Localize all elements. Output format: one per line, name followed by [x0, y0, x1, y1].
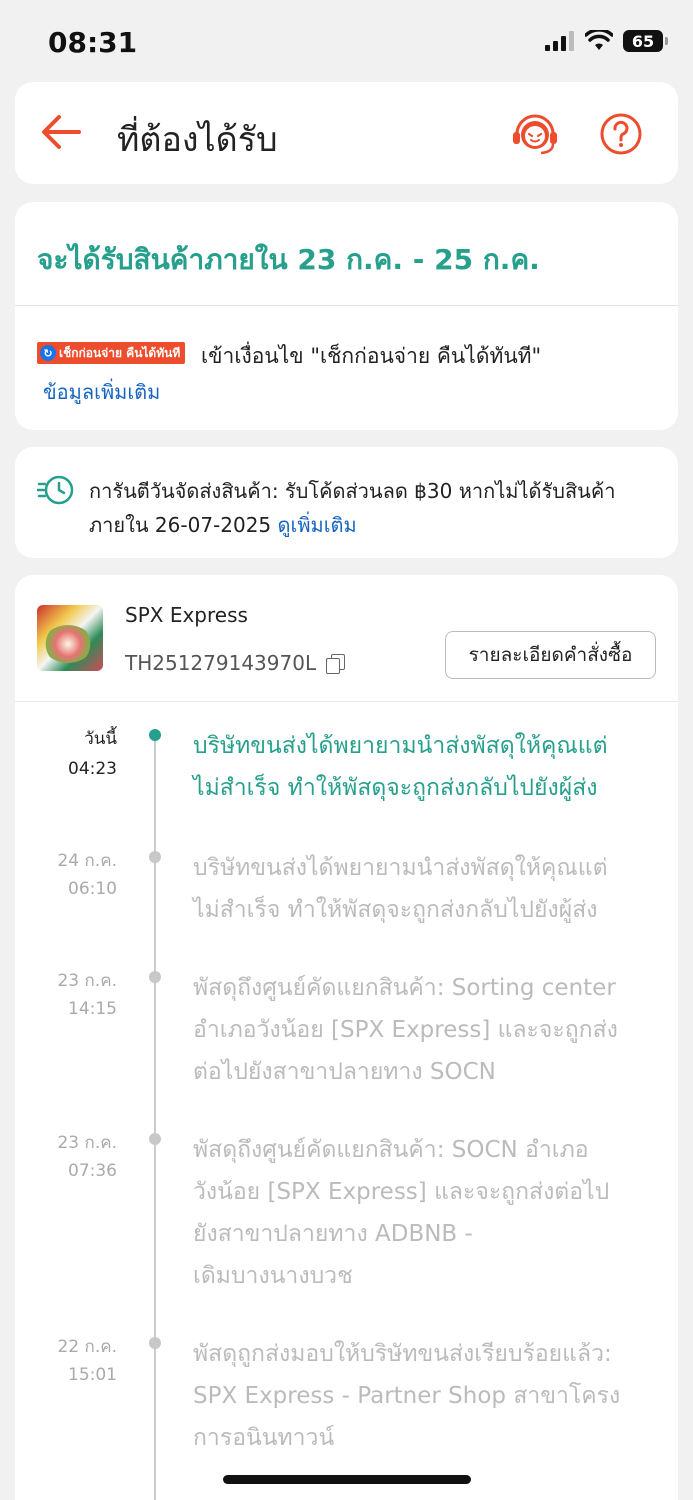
home-indicator[interactable] [223, 1475, 471, 1484]
event-description: บริษัทขนส่งได้พยายามนำส่งพัสดุให้คุณแต่ … [193, 855, 608, 923]
event-time: 15:01 [68, 1365, 117, 1385]
cellular-signal-icon [545, 31, 574, 51]
order-details-button[interactable]: รายละเอียดคำสั่งซื้อ [445, 631, 656, 679]
event-date: 23 ก.ค. [57, 1133, 117, 1153]
status-time: 08:31 [48, 26, 138, 59]
status-bar: 08:31 65 [0, 0, 693, 82]
event-date: 24 ก.ค. [57, 851, 117, 871]
event-time: 04:23 [68, 759, 117, 779]
refresh-icon: ↻ [40, 345, 56, 361]
battery-indicator: 65 [623, 30, 668, 52]
back-arrow-icon[interactable] [37, 108, 85, 156]
more-info-link[interactable]: ข้อมูลเพิ่มเติม [43, 376, 160, 408]
fast-clock-icon [37, 475, 74, 505]
event-time: 14:15 [68, 999, 117, 1019]
event-description: บริษัทขนส่งได้พยายามนำส่งพัสดุให้คุณแต่ … [193, 733, 608, 801]
wifi-icon [585, 30, 613, 50]
promo-text: เข้าเงื่อนไข "เช็กก่อนจ่าย คืนได้ทันที" [201, 344, 542, 368]
product-thumbnail [37, 605, 103, 671]
delivery-estimate: จะได้รับสินค้าภายใน 23 ก.ค. - 25 ก.ค. [37, 243, 540, 276]
help-icon[interactable] [599, 112, 643, 156]
guarantee-date: ภายใน 26-07-2025 [89, 513, 272, 537]
event-description: พัสดุถึงศูนย์คัดแยกสินค้า: SOCN อำเภอ วั… [193, 1137, 610, 1289]
timeline-dot [149, 851, 161, 863]
divider [15, 701, 678, 702]
event-time: 07:36 [68, 1161, 117, 1181]
timeline-dot [149, 1133, 161, 1145]
see-more-link[interactable]: ดูเพิ่มเติม [278, 513, 357, 537]
event-date: 23 ก.ค. [57, 971, 117, 991]
timeline-line [154, 735, 156, 1500]
event-date: 22 ก.ค. [57, 1337, 117, 1357]
tracking-number: TH251279143970L [125, 651, 317, 675]
copy-icon[interactable] [326, 654, 346, 674]
delivery-guarantee-card: การันตีวันจัดส่งสินค้า: รับโค้ดส่วนลด ฿3… [15, 447, 678, 558]
delivery-estimate-card: จะได้รับสินค้าภายใน 23 ก.ค. - 25 ก.ค. ↻ … [15, 202, 678, 430]
event-date: วันนี้ [84, 729, 117, 749]
timeline-dot [149, 971, 161, 983]
page-title: ที่ต้องได้รับ [117, 120, 278, 160]
event-description: พัสดุถูกส่งมอบให้บริษัทขนส่งเรียบร้อยแล้… [193, 1341, 621, 1451]
guarantee-text: การันตีวันจัดส่งสินค้า: รับโค้ดส่วนลด ฿3… [89, 479, 616, 503]
check-before-pay-badge: ↻ เช็กก่อนจ่าย คืนได้ทันที [37, 342, 186, 364]
tracking-card: SPX Express TH251279143970L รายละเอียดคำ… [15, 575, 678, 1500]
timeline-dot [149, 729, 161, 741]
timeline-dot [149, 1337, 161, 1349]
carrier-name: SPX Express [125, 603, 248, 627]
event-description: พัสดุถึงศูนย์คัดแยกสินค้า: Sorting cente… [193, 975, 618, 1085]
customer-service-icon[interactable] [509, 108, 561, 160]
divider [15, 305, 678, 306]
event-time: 06:10 [68, 879, 117, 899]
header-bar: ที่ต้องได้รับ [15, 82, 678, 184]
